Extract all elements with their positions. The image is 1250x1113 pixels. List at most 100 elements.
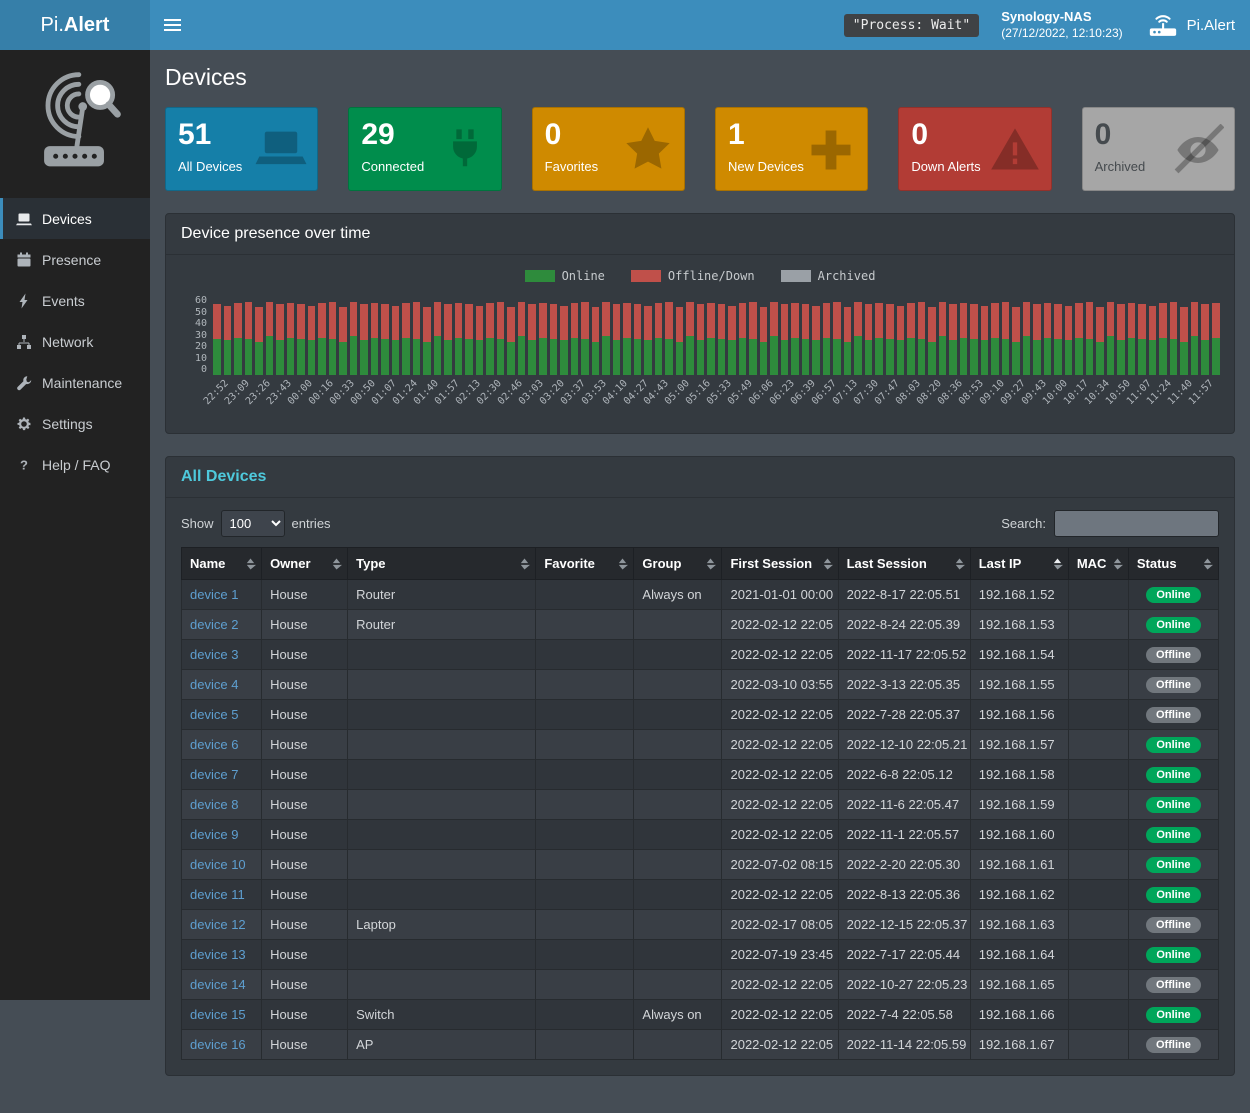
sidebar-item-network[interactable]: Network	[0, 321, 150, 362]
help-icon: ?	[15, 456, 32, 473]
presence-bar	[1002, 295, 1010, 375]
cell-group	[634, 640, 722, 670]
cell-mac	[1068, 820, 1128, 850]
presence-bar	[455, 295, 463, 375]
cell-owner: House	[262, 700, 348, 730]
presence-bar	[476, 295, 484, 375]
summary-card-all-devices[interactable]: 51All Devices	[165, 107, 318, 191]
summary-card-favorites[interactable]: 0Favorites	[532, 107, 685, 191]
cell-favorite	[536, 700, 634, 730]
app-logo[interactable]: Pi.Alert	[0, 0, 150, 50]
status-badge: Offline	[1146, 917, 1201, 933]
cell-last-session: 2022-3-13 22:05.35	[838, 670, 970, 700]
device-link[interactable]: device 13	[190, 947, 246, 962]
device-link[interactable]: device 3	[190, 647, 238, 662]
sidebar-item-maintenance[interactable]: Maintenance	[0, 362, 150, 403]
presence-bar	[1212, 295, 1220, 375]
cell-last-session: 2022-8-24 22:05.39	[838, 610, 970, 640]
status-badge: Online	[1146, 767, 1200, 783]
cell-owner: House	[262, 880, 348, 910]
column-header-owner[interactable]: Owner	[262, 548, 348, 580]
cell-mac	[1068, 790, 1128, 820]
laptop-icon	[255, 124, 307, 176]
cell-last-ip: 192.168.1.52	[970, 580, 1068, 610]
cell-owner: House	[262, 1000, 348, 1030]
summary-card-down-alerts[interactable]: 0Down Alerts	[898, 107, 1051, 191]
device-link[interactable]: device 2	[190, 617, 238, 632]
presence-bar	[833, 295, 841, 375]
device-link[interactable]: device 9	[190, 827, 238, 842]
legend-item-offline-down[interactable]: Offline/Down	[631, 269, 755, 283]
summary-card-connected[interactable]: 29Connected	[348, 107, 501, 191]
device-link[interactable]: device 8	[190, 797, 238, 812]
column-header-group[interactable]: Group	[634, 548, 722, 580]
cell-type	[348, 820, 536, 850]
device-link[interactable]: device 6	[190, 737, 238, 752]
presence-bar	[1201, 295, 1209, 375]
cell-status: Online	[1128, 940, 1218, 970]
eye-slash-icon	[1172, 124, 1224, 176]
cell-name: device 3	[182, 640, 262, 670]
device-link[interactable]: device 10	[190, 857, 246, 872]
device-link[interactable]: device 14	[190, 977, 246, 992]
column-header-name[interactable]: Name	[182, 548, 262, 580]
cell-first-session: 2022-02-12 22:05	[722, 730, 838, 760]
device-link[interactable]: device 1	[190, 587, 238, 602]
summary-card-new-devices[interactable]: 1New Devices	[715, 107, 868, 191]
cell-name: device 9	[182, 820, 262, 850]
presence-bar	[581, 295, 589, 375]
device-link[interactable]: device 11	[190, 887, 245, 902]
cell-last-session: 2022-7-28 22:05.37	[838, 700, 970, 730]
column-header-first-session[interactable]: First Session	[722, 548, 838, 580]
cell-status: Online	[1128, 610, 1218, 640]
sidebar-toggle[interactable]	[150, 0, 195, 50]
sidebar-item-help-faq[interactable]: ?Help / FAQ	[0, 444, 150, 485]
presence-bar	[444, 295, 452, 375]
search-input[interactable]	[1054, 510, 1219, 537]
cell-favorite	[536, 1000, 634, 1030]
device-link[interactable]: device 5	[190, 707, 238, 722]
table-row: device 12HouseLaptop2022-02-17 08:052022…	[182, 910, 1219, 940]
presence-bar	[1054, 295, 1062, 375]
cell-owner: House	[262, 610, 348, 640]
sidebar-item-settings[interactable]: Settings	[0, 403, 150, 444]
device-link[interactable]: device 12	[190, 917, 246, 932]
legend-label: Offline/Down	[668, 269, 755, 283]
table-row: device 10House2022-07-02 08:152022-2-20 …	[182, 850, 1219, 880]
column-header-favorite[interactable]: Favorite	[536, 548, 634, 580]
navbar-brand-right[interactable]: Pi.Alert	[1147, 14, 1235, 37]
device-link[interactable]: device 16	[190, 1037, 246, 1052]
entries-select[interactable]: 100	[221, 510, 285, 537]
cell-last-session: 2022-11-6 22:05.47	[838, 790, 970, 820]
cell-last-session: 2022-8-17 22:05.51	[838, 580, 970, 610]
cell-first-session: 2022-02-12 22:05	[722, 640, 838, 670]
legend-item-online[interactable]: Online	[525, 269, 605, 283]
column-header-mac[interactable]: MAC	[1068, 548, 1128, 580]
cell-name: device 2	[182, 610, 262, 640]
cell-favorite	[536, 580, 634, 610]
presence-bar	[634, 295, 642, 375]
sidebar-item-events[interactable]: Events	[0, 280, 150, 321]
cell-last-ip: 192.168.1.60	[970, 820, 1068, 850]
status-badge: Offline	[1146, 647, 1201, 663]
column-header-type[interactable]: Type	[348, 548, 536, 580]
cell-name: device 7	[182, 760, 262, 790]
device-link[interactable]: device 15	[190, 1007, 246, 1022]
cell-type: AP	[348, 1030, 536, 1060]
legend-item-archived[interactable]: Archived	[781, 269, 876, 283]
plug-icon	[439, 124, 491, 176]
cell-type	[348, 790, 536, 820]
table-row: device 14House2022-02-12 22:052022-10-27…	[182, 970, 1219, 1000]
device-link[interactable]: device 4	[190, 677, 238, 692]
cell-status: Online	[1128, 790, 1218, 820]
sidebar-item-devices[interactable]: Devices	[0, 198, 150, 239]
sidebar-item-presence[interactable]: Presence	[0, 239, 150, 280]
summary-card-archived[interactable]: 0Archived	[1082, 107, 1235, 191]
device-link[interactable]: device 7	[190, 767, 238, 782]
cell-type	[348, 670, 536, 700]
presence-bar	[413, 295, 421, 375]
cell-first-session: 2022-02-12 22:05	[722, 970, 838, 1000]
column-header-last-ip[interactable]: Last IP	[970, 548, 1068, 580]
column-header-status[interactable]: Status	[1128, 548, 1218, 580]
column-header-last-session[interactable]: Last Session	[838, 548, 970, 580]
